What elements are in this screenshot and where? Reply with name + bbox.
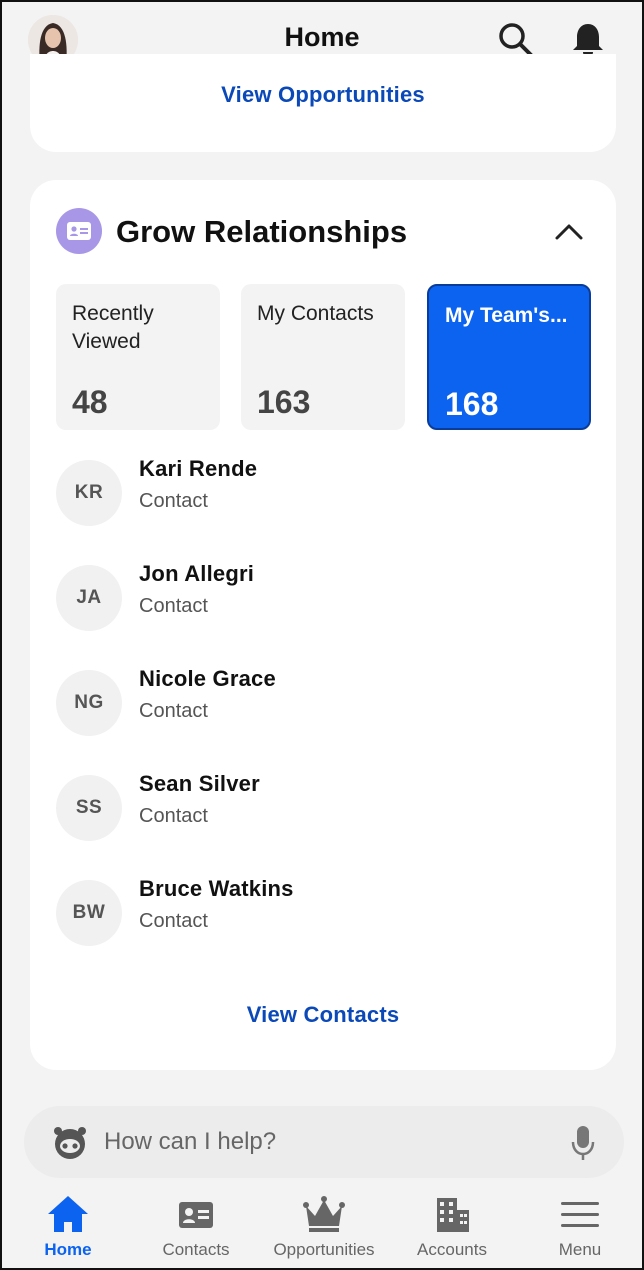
tile-count: 163 [257,384,311,420]
crown-icon [303,1196,345,1232]
app-frame: Home View Opportunities Grow Relationshi… [0,0,644,1270]
tile-recently-viewed[interactable]: Recently Viewed 48 [56,284,220,430]
nav-accounts[interactable]: Accounts [388,1192,516,1264]
contact-card-icon [179,1202,213,1228]
view-contacts-link[interactable]: View Contacts [30,1002,616,1028]
list-item[interactable]: JA Jon Allegri Contact [56,561,596,666]
initials-avatar: SS [56,775,122,841]
tile-my-contacts[interactable]: My Contacts 163 [241,284,405,430]
nav-menu[interactable]: Menu [516,1192,642,1264]
chevron-up-icon[interactable] [554,220,584,242]
contact-name: Jon Allegri [139,561,255,586]
nav-label: Home [44,1240,92,1259]
relationship-tiles: Recently Viewed 48 My Contacts 163 My Te… [56,284,592,430]
assistant-input[interactable]: How can I help? [24,1106,624,1178]
list-item[interactable]: KR Kari Rende Contact [56,456,596,561]
nav-label: Opportunities [273,1240,375,1259]
contact-card-icon [56,208,102,254]
list-item[interactable]: BW Bruce Watkins Contact [56,876,596,981]
tile-my-teams[interactable]: My Team's... 168 [427,284,591,430]
initials-avatar: JA [56,565,122,631]
initials-avatar: BW [56,880,122,946]
nav-label: Accounts [417,1240,487,1259]
contact-name: Bruce Watkins [139,876,294,901]
nav-opportunities[interactable]: Opportunities [260,1192,388,1264]
initials-avatar: KR [56,460,122,526]
hamburger-menu-icon [561,1202,599,1227]
grow-relationships-card: Grow Relationships Recently Viewed 48 My… [30,180,616,1070]
contact-type: Contact [139,595,208,617]
list-item[interactable]: SS Sean Silver Contact [56,771,596,876]
tile-label: Recently Viewed [72,302,154,353]
contact-type: Contact [139,700,208,722]
assistant-bot-icon [50,1122,90,1162]
nav-contacts[interactable]: Contacts [132,1192,260,1264]
contact-type: Contact [139,805,208,827]
contact-name: Kari Rende [139,456,258,481]
list-item[interactable]: NG Nicole Grace Contact [56,666,596,771]
initials-avatar: NG [56,670,122,736]
view-opportunities-link[interactable]: View Opportunities [30,82,616,108]
page-title: Home [284,22,360,52]
tile-count: 48 [72,384,108,420]
opportunities-card: View Opportunities [30,54,616,152]
home-icon [48,1196,88,1232]
assistant-placeholder: How can I help? [104,1128,277,1155]
nav-home[interactable]: Home [4,1192,132,1264]
tile-label: My Contacts [257,302,374,325]
contact-name: Sean Silver [139,771,260,796]
contact-type: Contact [139,490,208,512]
building-icon [437,1198,469,1232]
bottom-nav: Home Contacts Opportunities Accounts Men… [2,1186,642,1268]
tile-count: 168 [445,386,499,422]
section-title: Grow Relationships [116,214,408,249]
contact-name: Nicole Grace [139,666,276,691]
contact-list: KR Kari Rende Contact JA Jon Allegri Con… [56,456,596,981]
microphone-icon[interactable] [570,1124,596,1162]
contact-type: Contact [139,910,208,932]
tile-label: My Team's... [445,304,568,327]
nav-label: Contacts [162,1240,230,1259]
nav-label: Menu [558,1240,602,1259]
